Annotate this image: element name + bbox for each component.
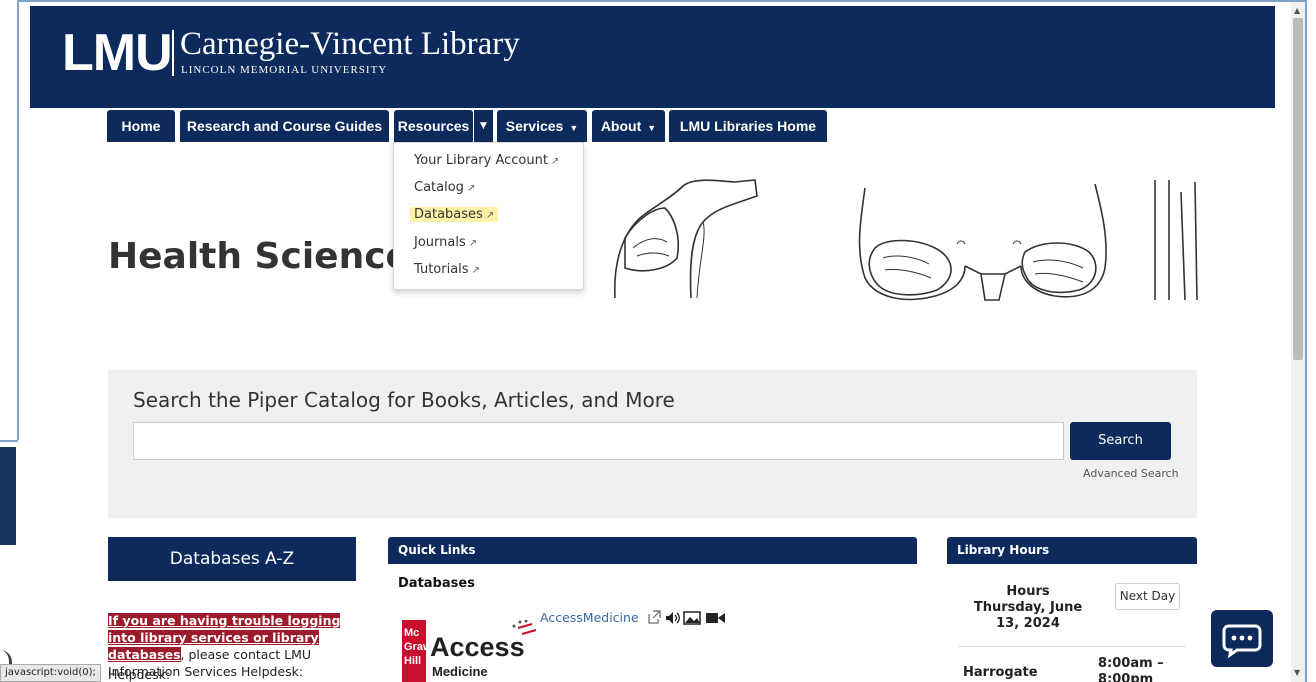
nav-home[interactable]: Home xyxy=(107,110,175,142)
nav-about[interactable]: About ▼ xyxy=(592,110,665,142)
scroll-down-arrow-icon[interactable]: ▼ xyxy=(1294,668,1300,677)
dropdown-item-library-account[interactable]: Your Library Account ↗ xyxy=(414,153,559,168)
about-caret-icon: ▼ xyxy=(647,123,657,133)
next-day-button[interactable]: Next Day xyxy=(1115,583,1180,610)
external-link-icon: ↗ xyxy=(550,156,560,167)
hours-label: Hours xyxy=(1006,584,1050,599)
accessmedicine-media-icons xyxy=(648,610,725,625)
hours-location: Harrogate xyxy=(963,665,1038,680)
browser-status-bar: javascript:void(0); xyxy=(0,664,101,682)
library-hours-header: Library Hours xyxy=(947,537,1197,564)
resources-caret-icon[interactable]: ▼ xyxy=(473,110,493,142)
catalog-search-panel: Search the Piper Catalog for Books, Arti… xyxy=(108,370,1197,518)
nav-home-label: Home xyxy=(121,118,161,134)
external-link-icon: ↗ xyxy=(466,183,476,194)
chat-bubble-icon xyxy=(1222,624,1262,659)
site-header: LMU Carnegie-Vincent Library LINCOLN MEM… xyxy=(30,6,1275,108)
frame-left-edge xyxy=(0,440,18,442)
search-heading: Search the Piper Catalog for Books, Arti… xyxy=(133,388,675,412)
hours-date: Thursday, June 13, 2024 xyxy=(973,600,1083,631)
nav-about-label: About xyxy=(600,118,642,134)
dropdown-item-catalog[interactable]: Catalog ↗ xyxy=(414,180,475,195)
hours-time: 8:00am –8:00pm xyxy=(1098,656,1164,682)
logo-access: Access xyxy=(430,632,525,662)
dropdown-item-databases[interactable]: Databases ↗ xyxy=(410,207,499,222)
image-icon xyxy=(683,611,701,625)
external-link-icon: ↗ xyxy=(485,210,495,221)
video-icon xyxy=(706,613,725,623)
dropdown-item-catalog-label: Catalog xyxy=(414,180,464,195)
scrollbar-thumb[interactable] xyxy=(1293,18,1303,360)
logo-medicine: Medicine xyxy=(432,664,488,679)
university-name: LINCOLN MEMORIAL UNIVERSITY xyxy=(181,64,388,76)
logo-graw: Graw xyxy=(404,641,432,653)
databases-az-button[interactable]: Databases A-Z xyxy=(108,537,356,581)
audio-icon xyxy=(666,612,680,624)
nav-resources-label: Resources xyxy=(397,118,470,134)
nav-services-label: Services xyxy=(505,118,564,134)
accessmedicine-logo[interactable]: Mc Graw Hill Access Medicine xyxy=(402,620,542,682)
hours-time-end: 8:00pm xyxy=(1098,672,1154,682)
dropdown-item-journals[interactable]: Journals ↗ xyxy=(414,235,477,250)
logo-separator xyxy=(172,30,174,76)
quick-links-header: Quick Links xyxy=(388,537,917,564)
external-link-icon: ↗ xyxy=(471,265,480,276)
accessmedicine-link[interactable]: AccessMedicine xyxy=(540,610,639,625)
background-window-block xyxy=(0,447,16,545)
external-link-icon: ↗ xyxy=(468,238,478,249)
dropdown-item-tutorials[interactable]: Tutorials ↗ xyxy=(414,262,480,277)
anatomy-illustration xyxy=(614,179,1198,301)
frame-top-border xyxy=(17,0,1307,2)
dropdown-item-databases-label: Databases xyxy=(414,207,483,222)
nav-research-guides[interactable]: Research and Course Guides xyxy=(180,110,389,142)
dropdown-item-tutorials-label: Tutorials xyxy=(414,262,469,277)
scroll-up-arrow-icon[interactable]: ▲ xyxy=(1294,6,1300,15)
external-link-icon xyxy=(648,610,661,624)
hours-time-start: 8:00am – xyxy=(1098,656,1164,671)
logo-mc: Mc xyxy=(404,627,419,639)
logo-hill: Hill xyxy=(404,655,421,667)
resources-dropdown: Your Library Account ↗ Catalog ↗ Databases… xyxy=(393,142,584,290)
nav-lmu-libraries-home-label: LMU Libraries Home xyxy=(679,118,817,134)
services-caret-icon: ▼ xyxy=(569,123,579,133)
lmu-logo[interactable]: LMU xyxy=(62,27,173,79)
helpdesk-text: Helpdesk: xyxy=(108,667,171,682)
library-name[interactable]: Carnegie-Vincent Library xyxy=(180,26,520,62)
page-title: Health Science xyxy=(108,236,410,277)
nav-services[interactable]: Services ▼ xyxy=(497,110,587,142)
nav-lmu-libraries-home[interactable]: LMU Libraries Home xyxy=(669,110,827,142)
quick-links-subheading: Databases xyxy=(398,576,475,591)
nav-research-guides-label: Research and Course Guides xyxy=(186,118,383,134)
hours-date-block: Hours Thursday, June 13, 2024 xyxy=(968,584,1088,632)
frame-left-border xyxy=(17,0,19,440)
chat-button[interactable] xyxy=(1211,610,1273,667)
accessmedicine-link-label: AccessMedicine xyxy=(540,610,639,625)
search-button[interactable]: Search xyxy=(1070,422,1171,460)
dropdown-item-library-account-label: Your Library Account xyxy=(414,153,548,168)
page: ▲ ▼ LMU Carnegie-Vincent Library LINCOLN… xyxy=(0,0,1316,682)
nav-resources[interactable]: Resources xyxy=(394,110,473,142)
frame-right-border xyxy=(1305,0,1307,682)
dropdown-item-journals-label: Journals xyxy=(414,235,466,250)
catalog-search-input[interactable] xyxy=(133,422,1064,460)
advanced-search-link[interactable]: Advanced Search xyxy=(1083,467,1179,480)
hours-divider xyxy=(958,646,1186,647)
